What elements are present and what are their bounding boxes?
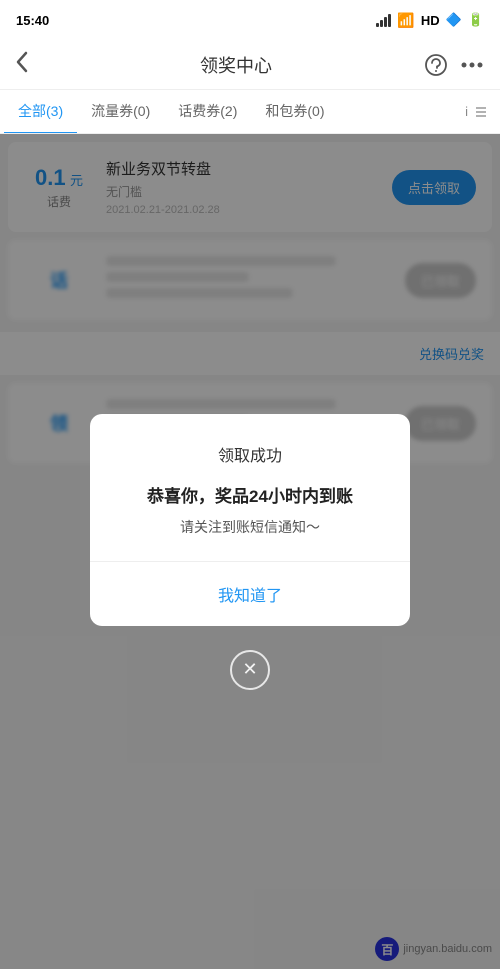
back-button[interactable] — [16, 51, 48, 79]
header: 领奖中心 — [0, 40, 500, 90]
tab-bar: 全部(3) 流量券(0) 话费券(2) 和包券(0) i — [0, 90, 500, 134]
dialog-confirm-button[interactable]: 我知道了 — [106, 578, 394, 610]
close-button[interactable]: ✕ — [230, 650, 270, 690]
modal-overlay: 领取成功 恭喜你，奖品24小时内到账 请关注到账短信通知～ 我知道了 ✕ — [0, 134, 500, 969]
tab-all[interactable]: 全部(3) — [4, 90, 77, 134]
header-actions — [424, 51, 484, 79]
tab-wallet[interactable]: 和包券(0) — [251, 90, 338, 134]
service-icon[interactable] — [424, 51, 448, 79]
more-icon[interactable] — [460, 51, 484, 79]
wifi-icon: 📶 — [397, 12, 414, 29]
dialog-main-text: 恭喜你，奖品24小时内到账 — [114, 482, 386, 507]
dialog-body: 领取成功 恭喜你，奖品24小时内到账 请关注到账短信通知～ — [90, 414, 410, 537]
network-type: HD — [421, 13, 440, 28]
success-dialog: 领取成功 恭喜你，奖品24小时内到账 请关注到账短信通知～ 我知道了 — [90, 414, 410, 626]
bluetooth-icon: 🔷 — [446, 12, 462, 28]
tab-phone[interactable]: 话费券(2) — [164, 90, 251, 134]
tab-traffic[interactable]: 流量券(0) — [77, 90, 164, 134]
status-bar: 15:40 📶 HD 🔷 🔋 — [0, 0, 500, 40]
page-title: 领奖中心 — [48, 52, 424, 78]
status-left: 15:40 — [16, 13, 49, 28]
status-right: 📶 HD 🔷 🔋 — [376, 12, 484, 29]
signal-icon — [376, 14, 391, 27]
content-area: 0.1 元 话费 新业务双节转盘 无门槛 2021.02.21-2021.02.… — [0, 134, 500, 969]
dialog-action: 我知道了 — [90, 562, 410, 626]
dialog-title: 领取成功 — [114, 442, 386, 466]
time-display: 15:40 — [16, 13, 49, 28]
dialog-sub-text: 请关注到账短信通知～ — [114, 517, 386, 537]
battery-icon: 🔋 — [468, 12, 484, 28]
tab-more[interactable]: i — [457, 104, 496, 119]
